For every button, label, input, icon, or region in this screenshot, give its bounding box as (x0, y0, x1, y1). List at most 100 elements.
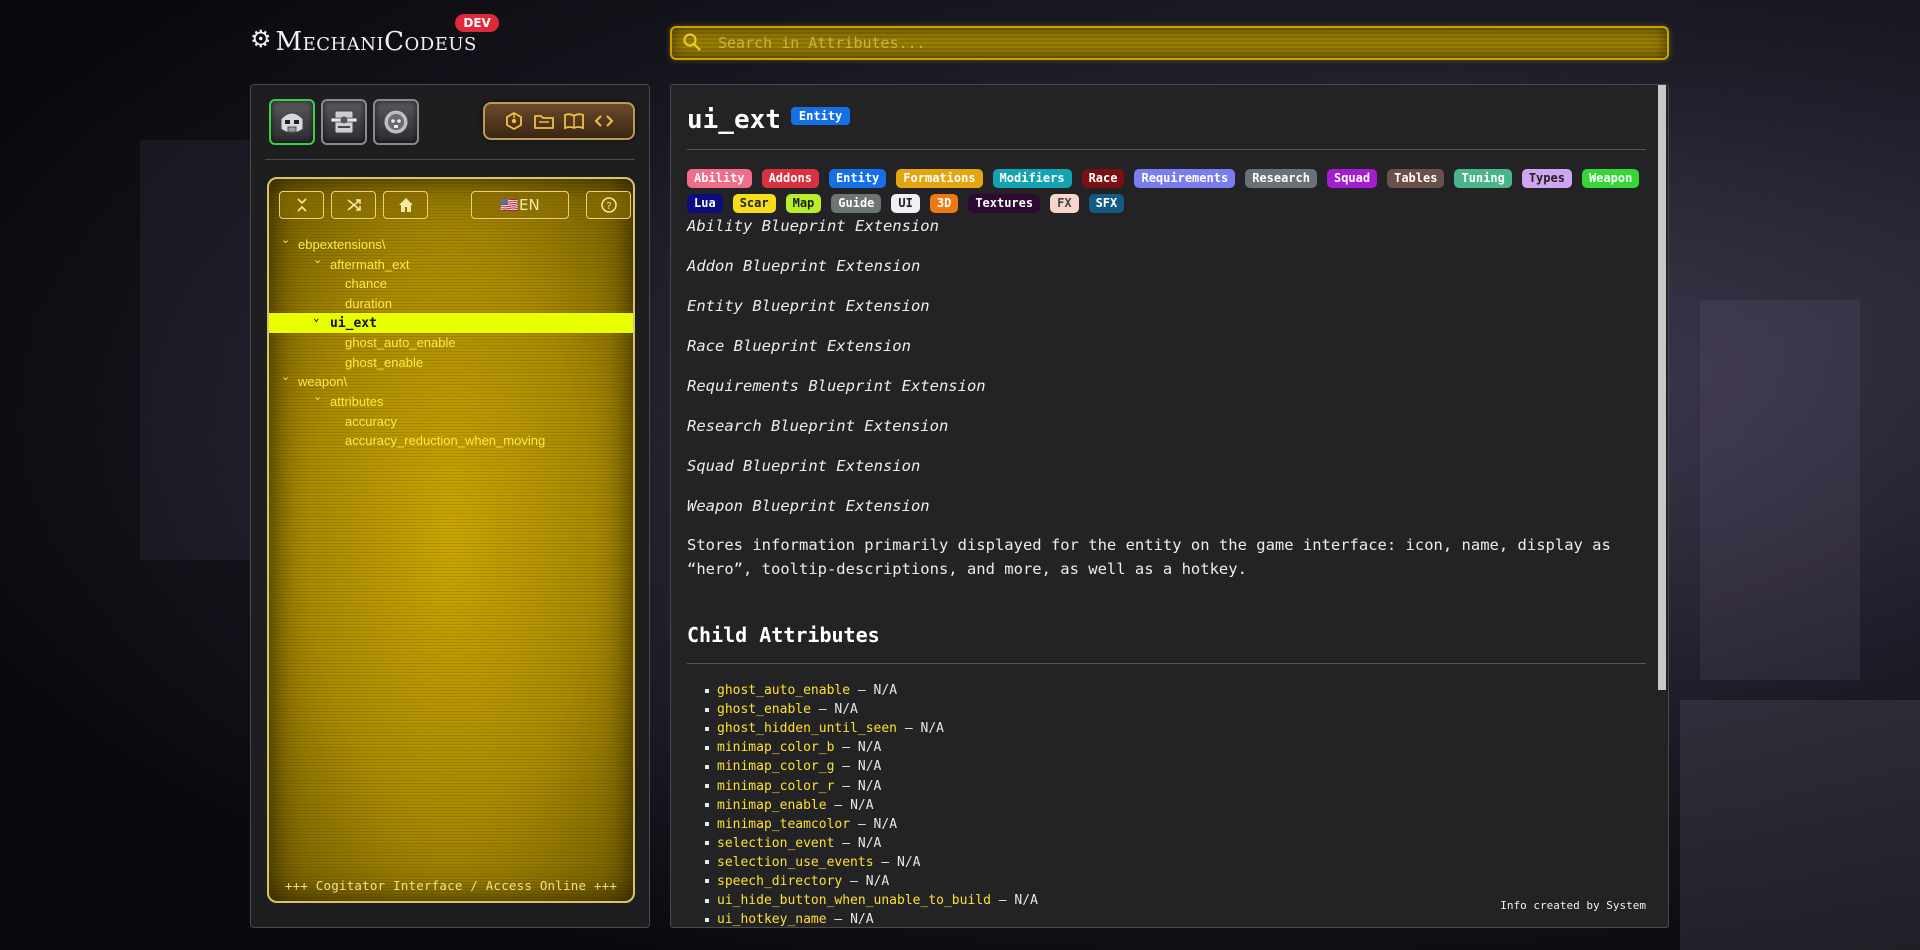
bullet-icon (705, 784, 709, 789)
chevron-down-icon[interactable]: ⌄ (313, 253, 322, 266)
child-attribute-link[interactable]: minimap_color_b (717, 740, 834, 755)
tag-3d[interactable]: 3D (929, 194, 959, 213)
search-bar[interactable] (670, 26, 1669, 60)
chevron-down-icon[interactable]: ⌄ (281, 370, 290, 383)
tree-item[interactable]: accuracy (269, 411, 633, 431)
list-item: ui_hotkey_name — N/A (705, 910, 1038, 928)
child-attribute-value: N/A (857, 778, 882, 794)
book-icon[interactable] (562, 109, 586, 133)
faction-button-space-marines[interactable] (269, 99, 315, 145)
child-attribute-link[interactable]: ghost_hidden_until_seen (717, 721, 897, 736)
child-attribute-link[interactable]: minimap_enable (717, 798, 827, 813)
tag-fx[interactable]: FX (1050, 194, 1079, 213)
chevron-down-icon[interactable]: ⌄ (313, 390, 322, 403)
tag-research[interactable]: Research (1245, 169, 1317, 188)
list-item: ui_hide_button_when_unable_to_build — N/… (705, 891, 1038, 910)
help-button[interactable]: ? (586, 191, 631, 219)
cogitator-screen: 🇺🇸EN ? ⌄ ebpextensions\ ⌄ aftermath_ext chan… (267, 177, 635, 903)
extension-item: Requirements Blueprint Extension (687, 377, 986, 395)
tree-item[interactable]: ⌄ aftermath_ext (269, 253, 633, 275)
shuffle-button[interactable] (331, 191, 376, 219)
tag-list: Ability Addons Entity Formations Modifiers Ra… (687, 169, 1646, 213)
tree-item-label: ghost_enable (345, 354, 424, 370)
child-attribute-link[interactable]: ui_hide_button_when_unable_to_build (717, 893, 991, 908)
child-attributes-heading: Child Attributes (687, 623, 880, 647)
tag-entity[interactable]: Entity (828, 169, 887, 188)
search-input[interactable] (718, 34, 1667, 52)
list-item: ghost_auto_enable — N/A (705, 681, 1038, 700)
tree-item[interactable]: duration (269, 294, 633, 314)
tree-item[interactable]: ⌄ weapon\ (269, 370, 633, 392)
tree-item[interactable]: chance (269, 274, 633, 294)
tree-item[interactable]: ⌄ ebpextensions\ (269, 233, 633, 255)
collapse-icon (296, 198, 307, 212)
language-button[interactable]: 🇺🇸EN (471, 191, 569, 219)
separator: — (990, 893, 1015, 909)
child-attribute-link[interactable]: selection_use_events (717, 855, 874, 870)
bullet-icon (705, 726, 709, 731)
separator: — (834, 740, 858, 756)
code-icon[interactable] (592, 109, 616, 133)
tag-lua[interactable]: Lua (687, 194, 723, 213)
child-attribute-link[interactable]: ghost_auto_enable (717, 683, 850, 698)
tag-requirements[interactable]: Requirements (1134, 169, 1236, 188)
tag-addons[interactable]: Addons (761, 169, 819, 188)
tag-guide[interactable]: Guide (831, 194, 882, 213)
list-item: minimap_color_r — N/A (705, 776, 1038, 795)
scrollbar[interactable] (1658, 85, 1666, 690)
child-attribute-link[interactable]: minimap_color_r (717, 779, 834, 794)
child-attribute-link[interactable]: minimap_teamcolor (717, 817, 850, 832)
tag-sfx[interactable]: SFX (1088, 194, 1125, 213)
tag-formations[interactable]: Formations (896, 169, 983, 188)
child-attribute-value: N/A (865, 873, 890, 889)
child-attribute-link[interactable]: minimap_color_g (717, 759, 834, 774)
collapse-all-button[interactable] (279, 191, 324, 219)
tree-item[interactable]: ⌄ attributes (269, 390, 633, 412)
tag-tuning[interactable]: Tuning (1454, 169, 1512, 188)
tree-item[interactable]: ghost_auto_enable (269, 333, 633, 353)
separator: — (826, 797, 851, 813)
tag-ui[interactable]: UI (891, 194, 920, 213)
language-label: 🇺🇸EN (500, 196, 540, 214)
child-attribute-link[interactable]: ui_hotkey_name (717, 912, 827, 927)
tag-textures[interactable]: Textures (968, 194, 1041, 213)
tree-item[interactable]: ghost_enable (269, 353, 633, 373)
child-attribute-list: ghost_auto_enable — N/A ghost_enable — N/… (705, 681, 1038, 928)
separator: — (897, 721, 921, 737)
list-item: speech_directory — N/A (705, 872, 1038, 891)
child-attribute-value: N/A (850, 912, 874, 928)
chevron-down-icon[interactable]: ⌄ (281, 233, 290, 246)
bullet-icon (705, 764, 709, 769)
tag-scar[interactable]: Scar (732, 194, 776, 213)
tag-map[interactable]: Map (785, 194, 822, 213)
chevron-down-icon[interactable]: ⌄ (313, 311, 320, 324)
tag-tables[interactable]: Tables (1387, 169, 1445, 188)
child-attribute-link[interactable]: ghost_enable (717, 702, 811, 717)
tree-item[interactable]: accuracy_reduction_when_moving (269, 431, 633, 451)
folder-icon[interactable] (532, 109, 556, 133)
tree-item-label: chance (345, 276, 387, 292)
child-attribute-value: N/A (897, 854, 921, 870)
tag-race[interactable]: Race (1081, 169, 1125, 188)
child-attribute-value: N/A (857, 740, 882, 756)
separator: — (850, 816, 874, 832)
tag-types[interactable]: Types (1521, 169, 1572, 188)
tag-weapon[interactable]: Weapon (1581, 169, 1640, 188)
tag-ability[interactable]: Ability (687, 169, 752, 188)
home-button[interactable] (383, 191, 428, 219)
cube-network-icon[interactable] (502, 109, 526, 133)
tag-modifiers[interactable]: Modifiers (992, 169, 1072, 188)
faction-button-imperial-guard[interactable] (321, 99, 367, 145)
faction-button-skull[interactable] (373, 99, 419, 145)
separator: — (834, 778, 858, 794)
bullet-icon (705, 803, 709, 808)
child-attribute-link[interactable]: selection_event (717, 836, 834, 851)
list-item: selection_use_events — N/A (705, 853, 1038, 872)
tree-item[interactable]: ⌄ ui_ext (269, 311, 633, 333)
app-logo[interactable]: ⚙ MechaniCodeus DEV (250, 14, 499, 60)
separator: — (834, 759, 858, 775)
tag-squad[interactable]: Squad (1326, 169, 1378, 188)
tree-item-label: accuracy_reduction_when_moving (345, 433, 546, 449)
child-attribute-link[interactable]: speech_directory (717, 874, 842, 889)
tree-item-label: duration (345, 296, 392, 312)
